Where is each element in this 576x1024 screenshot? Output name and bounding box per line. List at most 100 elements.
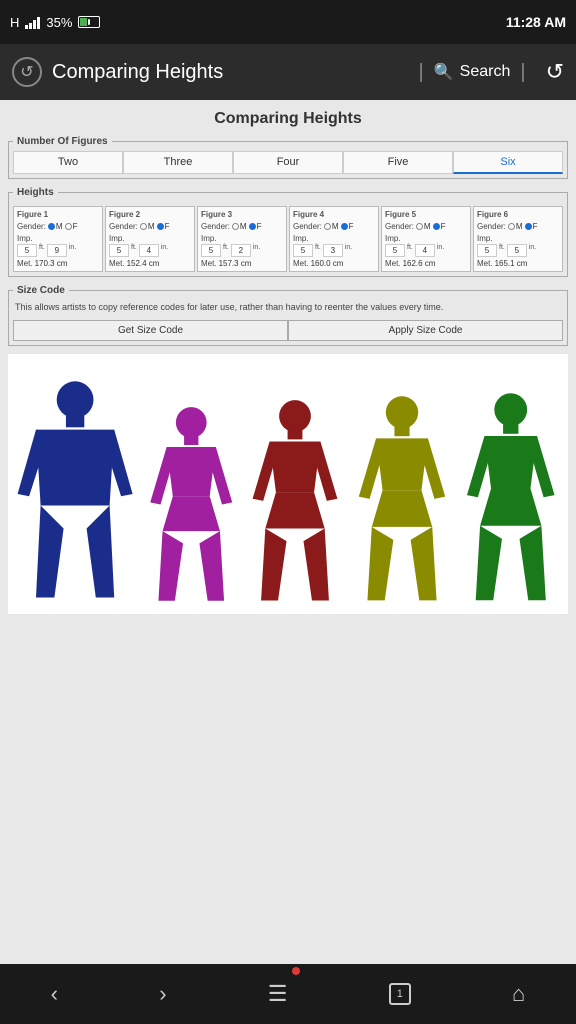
figure-card-2: Figure 2 Gender: M F Imp. ft. in. [105, 206, 195, 272]
female-radio[interactable] [249, 223, 256, 230]
metric-value: 160.0 cm [311, 259, 344, 268]
female-radio[interactable] [433, 223, 440, 230]
status-bar: H 35% 11:28 AM [0, 0, 576, 44]
gender-female[interactable]: F [249, 222, 262, 231]
gender-female[interactable]: F [433, 222, 446, 231]
silhouette-6 [566, 386, 576, 609]
male-label: M [56, 222, 63, 231]
gender-male[interactable]: M [48, 222, 63, 231]
female-radio[interactable] [525, 223, 532, 230]
app-title: Comparing Heights [52, 61, 409, 84]
male-label: M [516, 222, 523, 231]
silhouette-1 [13, 379, 140, 609]
inches-input[interactable] [507, 244, 527, 257]
figure-card-1: Figure 1 Gender: M F Imp. ft. in. [13, 206, 103, 272]
gender-male[interactable]: M [140, 222, 155, 231]
female-radio[interactable] [157, 223, 164, 230]
female-radio[interactable] [341, 223, 348, 230]
battery-percentage: 35% [46, 15, 72, 30]
menu-button[interactable]: ☰ [258, 971, 298, 1017]
num-figures-row: Two Three Four Five Six [13, 151, 563, 174]
gender-female[interactable]: F [157, 222, 170, 231]
feet-input[interactable] [109, 244, 129, 257]
imperial-row: Imp. ft. in. [385, 233, 467, 257]
tabs-button[interactable]: 1 [379, 973, 421, 1015]
app-bar: ↺ Comparing Heights | 🔍 Search | ↺ [0, 44, 576, 100]
feet-input[interactable] [385, 244, 405, 257]
gender-female[interactable]: F [65, 222, 78, 231]
gender-male[interactable]: M [416, 222, 431, 231]
inches-input[interactable] [47, 244, 67, 257]
heights-section: Heights Figure 1 Gender: M F Imp. ft. [8, 187, 568, 277]
male-radio[interactable] [324, 223, 331, 230]
feet-input[interactable] [201, 244, 221, 257]
num-fig-four[interactable]: Four [233, 151, 343, 174]
silhouette-4 [348, 393, 456, 609]
gender-female[interactable]: F [341, 222, 354, 231]
metric-value: 157.3 cm [219, 259, 252, 268]
female-label: F [257, 222, 262, 231]
male-label: M [424, 222, 431, 231]
main-content: Comparing Heights Number Of Figures Two … [0, 100, 576, 964]
inches-input[interactable] [139, 244, 159, 257]
metric-value: 165.1 cm [495, 259, 528, 268]
silhouette-5 [456, 390, 566, 609]
gender-female[interactable]: F [525, 222, 538, 231]
figure-title: Figure 2 [109, 210, 191, 219]
apply-size-code-button[interactable]: Apply Size Code [288, 320, 563, 341]
figure-title: Figure 5 [385, 210, 467, 219]
feet-input[interactable] [293, 244, 313, 257]
figure-title: Figure 3 [201, 210, 283, 219]
inches-input[interactable] [231, 244, 251, 257]
get-size-code-button[interactable]: Get Size Code [13, 320, 288, 341]
silhouette-svg [566, 386, 576, 609]
figure-title: Figure 6 [477, 210, 559, 219]
gender-male[interactable]: M [324, 222, 339, 231]
male-radio[interactable] [232, 223, 239, 230]
male-radio[interactable] [416, 223, 423, 230]
male-radio[interactable] [140, 223, 147, 230]
silhouette-svg [140, 404, 243, 609]
gender-male[interactable]: M [232, 222, 247, 231]
female-label: F [349, 222, 354, 231]
figure-title: Figure 4 [293, 210, 375, 219]
back-button[interactable]: ‹ [41, 971, 68, 1017]
signal-icon [25, 15, 40, 29]
silhouettes-display [8, 354, 568, 614]
silhouette-svg [13, 379, 140, 609]
gender-row: Gender: M F [17, 222, 99, 231]
forward-button[interactable]: › [149, 971, 176, 1017]
female-label: F [441, 222, 446, 231]
figures-row: Figure 1 Gender: M F Imp. ft. in. [13, 206, 563, 272]
forward-icon: › [159, 981, 166, 1007]
num-fig-six[interactable]: Six [453, 151, 563, 174]
tabs-icon: 1 [389, 983, 411, 1005]
male-radio[interactable] [508, 223, 515, 230]
tabs-count: 1 [397, 988, 403, 1000]
back-icon: ‹ [51, 981, 58, 1007]
size-code-description: This allows artists to copy reference co… [13, 300, 563, 314]
feet-input[interactable] [17, 244, 37, 257]
num-fig-two[interactable]: Two [13, 151, 123, 174]
feet-input[interactable] [477, 244, 497, 257]
num-fig-five[interactable]: Five [343, 151, 453, 174]
app-logo: ↺ [12, 57, 42, 87]
female-label: F [165, 222, 170, 231]
figure-card-6: Figure 6 Gender: M F Imp. ft. in. [473, 206, 563, 272]
imperial-row: Imp. ft. in. [17, 233, 99, 257]
num-fig-three[interactable]: Three [123, 151, 233, 174]
gender-male[interactable]: M [508, 222, 523, 231]
inches-input[interactable] [415, 244, 435, 257]
search-label: Search [460, 63, 511, 81]
gender-row: Gender: M F [477, 222, 559, 231]
metric-row: Met. 170.3 cm [17, 259, 99, 268]
search-button[interactable]: 🔍 Search [434, 62, 511, 82]
figure-card-4: Figure 4 Gender: M F Imp. ft. in. [289, 206, 379, 272]
size-code-legend: Size Code [13, 285, 69, 296]
silhouette-2 [140, 404, 243, 609]
refresh-icon[interactable]: ↺ [546, 59, 564, 85]
home-button[interactable]: ⌂ [502, 971, 535, 1017]
male-radio[interactable] [48, 223, 55, 230]
inches-input[interactable] [323, 244, 343, 257]
female-radio[interactable] [65, 223, 72, 230]
